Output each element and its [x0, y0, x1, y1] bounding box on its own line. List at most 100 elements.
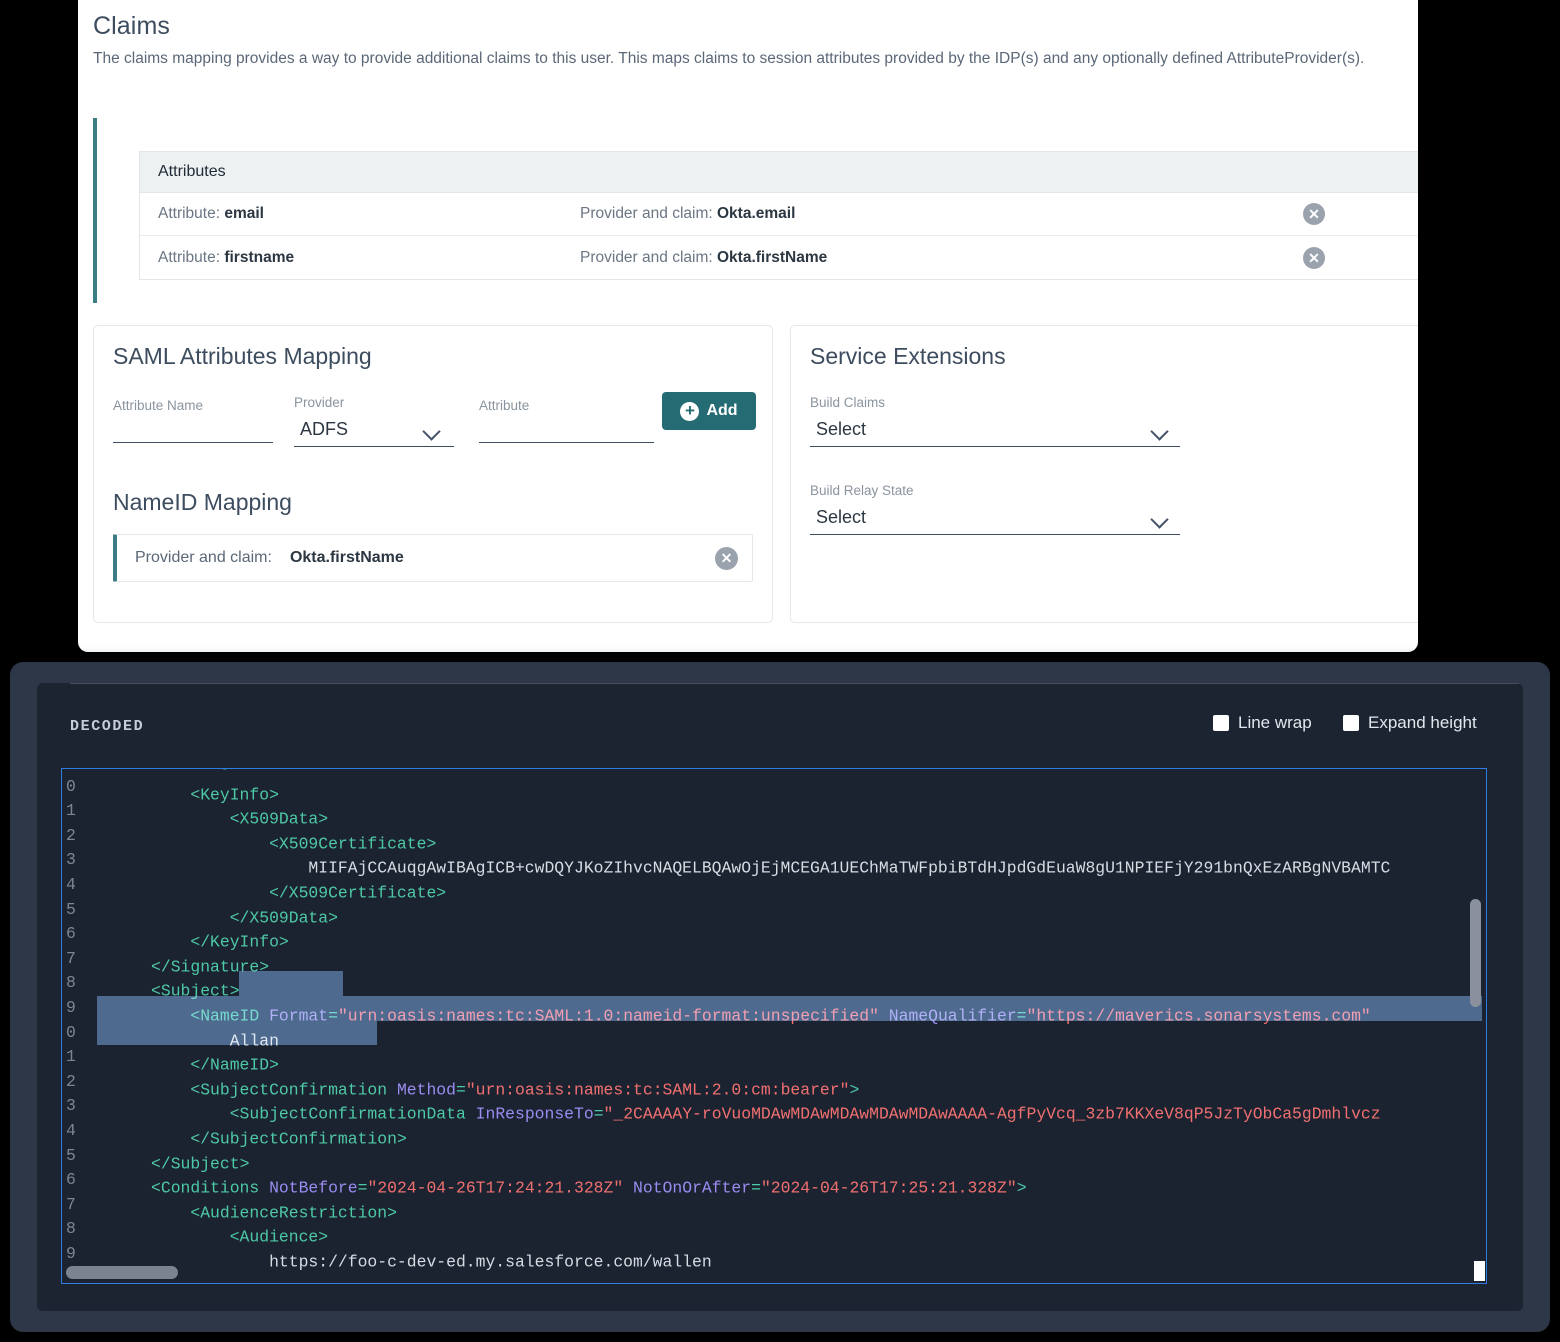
line-number: 9 — [66, 997, 76, 1017]
build-relay-state-value: Select — [810, 507, 1180, 535]
claims-card: Claims The claims mapping provides a way… — [78, 0, 1418, 652]
table-row: Attribute: email Provider and claim: Okt… — [140, 193, 1418, 236]
line-number: 2 — [66, 1071, 76, 1091]
service-extensions-panel: Service Extensions Build Claims Select B… — [790, 325, 1418, 623]
provider-cell: Provider and claim: Okta.email — [580, 205, 1260, 223]
code-line: 5 </X509Data> — [62, 898, 1486, 928]
service-extensions-title: Service Extensions — [810, 343, 1006, 369]
line-number: 8 — [66, 973, 76, 993]
plus-circle-icon: + — [680, 401, 700, 421]
saml-mapping-title: SAML Attributes Mapping — [113, 343, 372, 369]
attributes-table: Attributes Attribute: email Provider and… — [139, 151, 1418, 280]
code-line: 2 <X509Certificate> — [62, 824, 1486, 854]
nameid-provider-value: Okta.firstName — [289, 549, 404, 566]
nameid-provider-label: Provider and claim: — [135, 549, 272, 566]
code-line: 9 <NameID Format="urn:oasis:names:tc:SAM… — [62, 995, 1486, 1026]
decoded-code-area[interactable]: <Signature>0 <KeyInfo>1 <X509Data>2 <X50… — [61, 768, 1487, 1284]
line-number: 4 — [66, 1120, 76, 1140]
checkbox-icon — [1213, 715, 1229, 731]
nameid-mapping-row: Provider and claim: Okta.firstName ✕ — [113, 534, 753, 582]
code-line: 0 <KeyInfo> — [62, 775, 1486, 805]
claims-description: The claims mapping provides a way to pro… — [93, 50, 1365, 67]
expand-height-checkbox[interactable]: Expand height — [1343, 713, 1477, 733]
code-line: 8 <Subject> — [62, 971, 1486, 1001]
remove-circle-icon[interactable]: ✕ — [715, 546, 738, 570]
attributes-block: Attributes Attribute: email Provider and… — [93, 118, 1418, 303]
table-row: Attribute: firstname Provider and claim:… — [140, 236, 1418, 279]
line-number: 0 — [66, 776, 76, 796]
provider-label: Provider — [294, 395, 345, 410]
provider-cell: Provider and claim: Okta.firstName — [580, 249, 1260, 267]
horizontal-scrollbar-thumb[interactable] — [66, 1266, 178, 1279]
attribute-label: Attribute: — [158, 205, 221, 222]
saml-attributes-mapping-panel: SAML Attributes Mapping Attribute Name P… — [93, 325, 773, 623]
attribute-name-label: Attribute Name — [113, 398, 204, 413]
line-number: 2 — [66, 825, 76, 845]
code-line: 0 Allan — [62, 1020, 1486, 1050]
build-claims-value: Select — [810, 419, 1180, 447]
line-wrap-checkbox[interactable]: Line wrap — [1213, 713, 1312, 733]
code-line: 2 <SubjectConfirmation Method="urn:oasis… — [62, 1070, 1486, 1100]
line-number: 9 — [66, 1243, 76, 1263]
attribute-label: Attribute — [479, 398, 530, 413]
build-claims-label: Build Claims — [810, 395, 886, 410]
line-number: 5 — [66, 899, 76, 919]
attributes-table-header: Attributes — [140, 152, 1418, 193]
line-wrap-label: Line wrap — [1238, 713, 1312, 732]
add-button-label: Add — [706, 402, 738, 419]
nameid-mapping-title: NameID Mapping — [113, 489, 292, 515]
vertical-scrollbar-thumb[interactable] — [1470, 899, 1481, 1007]
line-number: 0 — [66, 1022, 76, 1042]
attribute-value: firstname — [224, 248, 295, 266]
attribute-cell: Attribute: firstname — [140, 249, 580, 267]
decoded-panel: DECODED Line wrap Expand height <Signatu… — [37, 683, 1523, 1311]
line-number: 7 — [66, 948, 76, 968]
code-line: 9 https://foo-c-dev-ed.my.salesforce.com… — [62, 1242, 1486, 1272]
attribute-input[interactable] — [479, 418, 654, 443]
checkbox-icon — [1343, 715, 1359, 731]
code-line: 3 <SubjectConfirmationData InResponseTo=… — [62, 1094, 1486, 1124]
build-claims-select[interactable]: Select — [810, 419, 1180, 447]
code-line: 7 <AudienceRestriction> — [62, 1193, 1486, 1223]
build-relay-state-label: Build Relay State — [810, 483, 914, 498]
code-line: 4 </X509Certificate> — [62, 873, 1486, 903]
vertical-scrollbar[interactable] — [1470, 769, 1484, 1283]
code-line: 3 MIIFAjCCAuqgAwIBAgICB+cwDQYJKoZIhvcNAQ… — [62, 848, 1486, 878]
add-button[interactable]: + Add — [662, 392, 756, 430]
code-line: 1 <X509Data> — [62, 799, 1486, 829]
code-line: 6 <Conditions NotBefore="2024-04-26T17:2… — [62, 1168, 1486, 1198]
attribute-cell: Attribute: email — [140, 205, 580, 223]
code-line: 1 </NameID> — [62, 1045, 1486, 1075]
code-line: 7 </Signature> — [62, 947, 1486, 977]
attribute-name-input[interactable] — [113, 418, 273, 443]
provider-select[interactable]: ADFS — [294, 419, 454, 447]
decoded-window: DECODED Line wrap Expand height <Signatu… — [10, 662, 1550, 1332]
expand-height-label: Expand height — [1368, 713, 1477, 732]
remove-circle-icon[interactable]: ✕ — [1303, 203, 1325, 225]
remove-circle-icon[interactable]: ✕ — [1303, 246, 1325, 269]
line-number: 7 — [66, 1194, 76, 1214]
line-number: 4 — [66, 874, 76, 894]
code-line: 4 </SubjectConfirmation> — [62, 1119, 1486, 1149]
line-number: 6 — [66, 924, 76, 944]
code-lines: <Signature>0 <KeyInfo>1 <X509Data>2 <X50… — [62, 769, 1486, 1272]
code-line: <Signature> — [62, 769, 1486, 775]
attribute-label: Attribute: — [158, 248, 221, 266]
divider — [70, 683, 1523, 684]
line-number: 3 — [66, 850, 76, 870]
build-relay-state-select[interactable]: Select — [810, 507, 1180, 535]
line-number: 5 — [66, 1145, 76, 1165]
text-selection-highlight — [239, 971, 343, 996]
line-number: 1 — [66, 1047, 76, 1067]
code-line: 6 </KeyInfo> — [62, 922, 1486, 952]
provider-label: Provider and claim: — [580, 248, 713, 266]
attribute-value: email — [224, 205, 264, 222]
code-line: 5 </Subject> — [62, 1144, 1486, 1174]
page-title: Claims — [93, 12, 170, 40]
text-caret — [1474, 1261, 1485, 1281]
code-line: 8 <Audience> — [62, 1217, 1486, 1247]
line-number: 6 — [66, 1170, 76, 1190]
decoded-label: DECODED — [70, 718, 145, 735]
provider-value: Okta.email — [716, 205, 796, 222]
line-number: 1 — [66, 801, 76, 821]
